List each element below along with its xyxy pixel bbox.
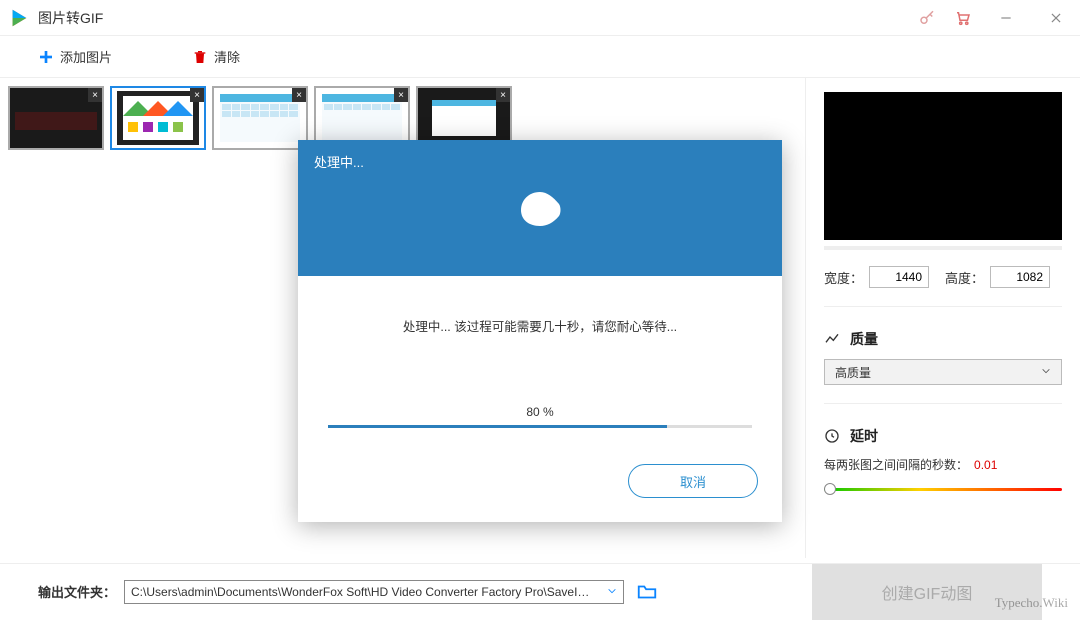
folder-icon[interactable] bbox=[636, 581, 658, 603]
dimensions-row: 宽度： 高度： bbox=[824, 266, 1062, 288]
spinner-icon bbox=[517, 190, 563, 228]
delay-label: 每两张图之间间隔的秒数： bbox=[824, 456, 968, 473]
processing-modal: 处理中... 处理中... 该过程可能需要几十秒，请您耐心等待... 80 % … bbox=[298, 140, 782, 522]
thumbnail[interactable]: × bbox=[8, 86, 104, 150]
width-input[interactable] bbox=[869, 266, 929, 288]
progress-text: 80 % bbox=[328, 405, 752, 419]
modal-footer: 取消 bbox=[298, 448, 782, 522]
delay-slider[interactable] bbox=[824, 483, 1062, 497]
trash-icon bbox=[192, 49, 208, 65]
width-label: 宽度： bbox=[824, 268, 863, 287]
app-logo-icon bbox=[8, 7, 30, 29]
delay-section: 延时 每两张图之间间隔的秒数： 0.01 bbox=[824, 426, 1062, 497]
quality-title: 质量 bbox=[850, 329, 878, 349]
output-folder-input[interactable]: C:\Users\admin\Documents\WonderFox Soft\… bbox=[124, 580, 624, 604]
bottom-bar: 输出文件夹： C:\Users\admin\Documents\WonderFo… bbox=[0, 563, 1080, 619]
delay-value: 0.01 bbox=[974, 458, 997, 472]
thumb-close-icon[interactable]: × bbox=[496, 88, 510, 102]
create-gif-button[interactable]: 创建GIF动图 bbox=[812, 564, 1042, 620]
thumb-close-icon[interactable]: × bbox=[190, 88, 204, 102]
create-gif-label: 创建GIF动图 bbox=[882, 580, 973, 604]
height-label: 高度： bbox=[945, 268, 984, 287]
preview-area bbox=[824, 92, 1062, 240]
thumb-close-icon[interactable]: × bbox=[292, 88, 306, 102]
cancel-label: 取消 bbox=[680, 472, 706, 491]
chevron-down-icon bbox=[1041, 365, 1051, 379]
modal-message: 处理中... 该过程可能需要几十秒，请您耐心等待... bbox=[328, 316, 752, 335]
toolbar: 添加图片 清除 bbox=[0, 36, 1080, 78]
thumb-close-icon[interactable]: × bbox=[88, 88, 102, 102]
app-title: 图片转GIF bbox=[38, 8, 103, 28]
slider-knob-icon[interactable] bbox=[824, 483, 836, 495]
modal-title: 处理中... bbox=[314, 152, 766, 171]
watermark: Typecho.Wiki bbox=[995, 595, 1068, 611]
delay-icon bbox=[824, 428, 840, 444]
quality-value: 高质量 bbox=[835, 364, 871, 381]
thumbnail[interactable]: × bbox=[212, 86, 308, 150]
modal-header: 处理中... bbox=[298, 140, 782, 276]
add-image-label: 添加图片 bbox=[60, 47, 112, 66]
thumb-close-icon[interactable]: × bbox=[394, 88, 408, 102]
quality-section: 质量 高质量 bbox=[824, 329, 1062, 385]
output-folder-label: 输出文件夹： bbox=[38, 582, 116, 601]
right-panel: 宽度： 高度： 质量 高质量 bbox=[805, 78, 1080, 558]
close-button[interactable] bbox=[1040, 2, 1072, 34]
cart-icon[interactable] bbox=[954, 9, 972, 27]
minimize-button[interactable] bbox=[990, 2, 1022, 34]
height-input[interactable] bbox=[990, 266, 1050, 288]
clear-label: 清除 bbox=[214, 47, 240, 66]
clear-button[interactable]: 清除 bbox=[192, 47, 240, 66]
modal-body: 处理中... 该过程可能需要几十秒，请您耐心等待... 80 % bbox=[298, 276, 782, 448]
title-bar: 图片转GIF bbox=[0, 0, 1080, 36]
add-image-button[interactable]: 添加图片 bbox=[38, 47, 112, 66]
cancel-button[interactable]: 取消 bbox=[628, 464, 758, 498]
progress-bar bbox=[328, 425, 752, 428]
output-folder-path: C:\Users\admin\Documents\WonderFox Soft\… bbox=[131, 585, 591, 599]
progress-fill bbox=[328, 425, 667, 428]
preview-divider bbox=[824, 246, 1062, 250]
thumbnail[interactable]: × bbox=[110, 86, 206, 150]
quality-icon bbox=[824, 331, 840, 347]
key-icon[interactable] bbox=[918, 9, 936, 27]
quality-select[interactable]: 高质量 bbox=[824, 359, 1062, 385]
plus-icon bbox=[38, 49, 54, 65]
delay-title: 延时 bbox=[850, 426, 878, 446]
chevron-down-icon bbox=[607, 585, 617, 599]
